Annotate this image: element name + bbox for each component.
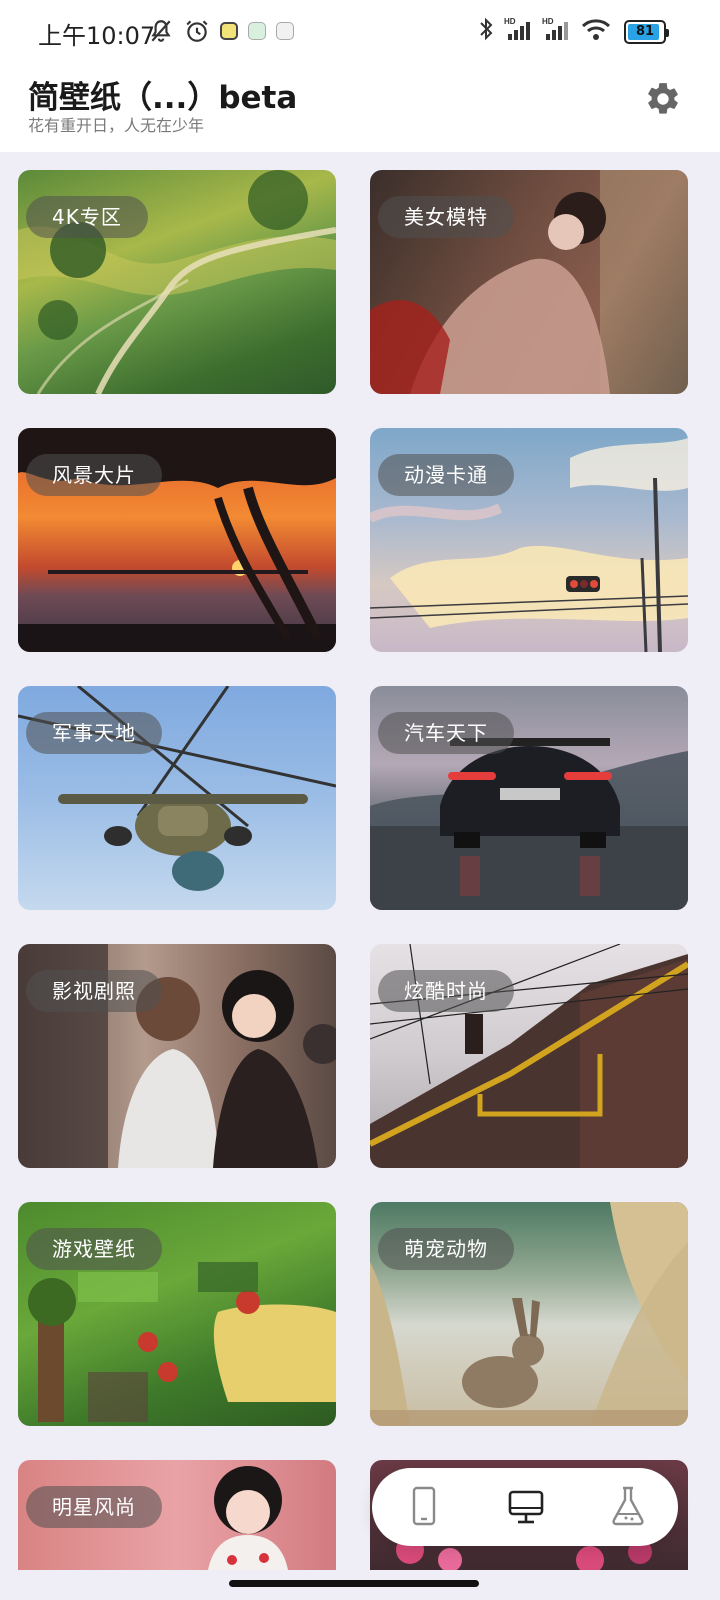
category-label: 炫酷时尚	[378, 970, 514, 1012]
gear-icon[interactable]	[644, 80, 682, 118]
category-label: 影视剧照	[26, 970, 162, 1012]
wifi-icon	[581, 19, 611, 40]
bottom-nav	[372, 1468, 678, 1546]
category-label: 风景大片	[26, 454, 162, 496]
app-header: 简壁纸（...）beta 花有重开日，人无在少年	[0, 62, 720, 152]
category-card-landscape[interactable]: 风景大片	[18, 428, 336, 652]
battery-cap	[666, 29, 669, 37]
category-card-celebrity[interactable]: 明星风尚	[18, 1460, 336, 1570]
category-card-4k[interactable]: 4K专区	[18, 170, 336, 394]
desktop-icon[interactable]	[502, 1482, 550, 1530]
flask-icon[interactable]	[604, 1482, 652, 1530]
category-label: 明星风尚	[26, 1486, 162, 1528]
category-card-games[interactable]: 游戏壁纸	[18, 1202, 336, 1426]
category-card-anime[interactable]: 动漫卡通	[370, 428, 688, 652]
app-notification-icon	[220, 22, 238, 40]
status-icons-right: HD HD	[476, 16, 612, 42]
phone-icon[interactable]	[400, 1482, 448, 1530]
status-bar: 上午10:07 HD HD 81	[0, 0, 720, 62]
svg-text:HD: HD	[504, 17, 516, 26]
category-card-models[interactable]: 美女模特	[370, 170, 688, 394]
category-card-pets[interactable]: 萌宠动物	[370, 1202, 688, 1426]
app-notification-icon	[276, 22, 294, 40]
signal-icon: HD	[504, 17, 530, 40]
status-time: 上午10:07	[38, 22, 156, 50]
category-card-cars[interactable]: 汽车天下	[370, 686, 688, 910]
category-label: 萌宠动物	[378, 1228, 514, 1270]
category-label: 美女模特	[378, 196, 514, 238]
category-label: 游戏壁纸	[26, 1228, 162, 1270]
category-card-movies[interactable]: 影视剧照	[18, 944, 336, 1168]
signal-icon: HD	[542, 17, 568, 40]
page-title: 简壁纸（...）beta	[28, 80, 298, 116]
battery-indicator: 81	[624, 20, 669, 44]
svg-text:HD: HD	[542, 17, 554, 26]
category-label: 4K专区	[26, 196, 148, 238]
category-label: 动漫卡通	[378, 454, 514, 496]
app-notification-icon	[248, 22, 266, 40]
mute-bell-icon	[151, 20, 171, 42]
bluetooth-icon	[480, 17, 493, 41]
alarm-icon	[186, 20, 208, 42]
category-label: 汽车天下	[378, 712, 514, 754]
category-card-fashion[interactable]: 炫酷时尚	[370, 944, 688, 1168]
page-subtitle: 花有重开日，人无在少年	[28, 116, 205, 135]
category-label: 军事天地	[26, 712, 162, 754]
battery-level: 81	[635, 24, 655, 39]
category-card-military[interactable]: 军事天地	[18, 686, 336, 910]
status-icons-left	[148, 18, 294, 44]
gesture-bar[interactable]	[229, 1580, 479, 1587]
